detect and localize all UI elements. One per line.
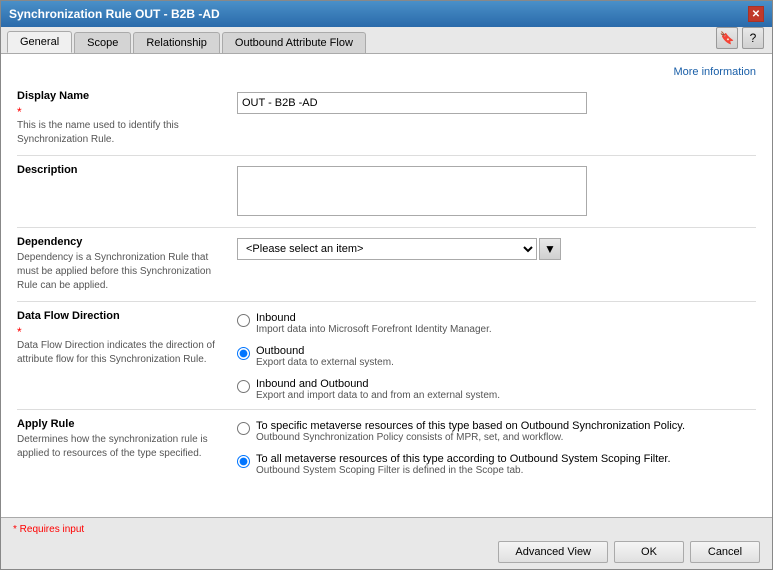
- display-name-desc: This is the name used to identify this S…: [17, 119, 221, 147]
- data-flow-control: Inbound Import data into Microsoft Foref…: [237, 310, 756, 401]
- apply-rule-desc: Determines how the synchronization rule …: [17, 433, 221, 461]
- advanced-view-button[interactable]: Advanced View: [498, 541, 608, 563]
- radio-inbound-input[interactable]: [237, 314, 250, 327]
- dependency-desc: Dependency is a Synchronization Rule tha…: [17, 251, 221, 293]
- description-input[interactable]: [237, 166, 587, 216]
- radio-specific-input[interactable]: [237, 422, 250, 435]
- radio-specific-label: To specific metaverse resources of this …: [256, 420, 685, 432]
- description-section: Description: [17, 156, 756, 228]
- display-name-input[interactable]: [237, 92, 587, 114]
- radio-specific: To specific metaverse resources of this …: [237, 420, 756, 443]
- radio-inbound-outbound-label: Inbound and Outbound: [256, 378, 500, 390]
- tab-general[interactable]: General: [7, 31, 72, 53]
- dependency-label-col: Dependency Dependency is a Synchronizati…: [17, 236, 237, 293]
- tab-relationship[interactable]: Relationship: [133, 32, 220, 53]
- radio-all-label: To all metaverse resources of this type …: [256, 453, 671, 465]
- radio-outbound-label: Outbound: [256, 345, 394, 357]
- radio-inbound-outbound-input[interactable]: [237, 380, 250, 393]
- content-area: More information Display Name * This is …: [1, 54, 772, 517]
- radio-outbound-sublabel: Export data to external system.: [256, 357, 394, 368]
- dependency-select[interactable]: <Please select an item>: [237, 238, 537, 260]
- radio-inbound-outbound-sublabel: Export and import data to and from an ex…: [256, 390, 500, 401]
- radio-outbound-input[interactable]: [237, 347, 250, 360]
- dependency-dropdown-arrow[interactable]: ▼: [539, 238, 561, 260]
- apply-rule-control: To specific metaverse resources of this …: [237, 418, 756, 476]
- help-button[interactable]: ?: [742, 27, 764, 49]
- radio-inbound-outbound: Inbound and Outbound Export and import d…: [237, 378, 756, 401]
- display-name-required: *: [17, 105, 22, 119]
- dependency-row: <Please select an item> ▼: [237, 238, 756, 260]
- tab-actions: 🔖 ?: [716, 27, 764, 49]
- requires-input-label: * Requires input: [13, 524, 760, 535]
- radio-specific-sublabel: Outbound Synchronization Policy consists…: [256, 432, 685, 443]
- data-flow-desc: Data Flow Direction indicates the direct…: [17, 339, 221, 367]
- tab-bar: General Scope Relationship Outbound Attr…: [1, 27, 772, 54]
- description-label-col: Description: [17, 164, 237, 219]
- dependency-control: <Please select an item> ▼: [237, 236, 756, 293]
- radio-inbound: Inbound Import data into Microsoft Foref…: [237, 312, 756, 335]
- data-flow-section: Data Flow Direction * Data Flow Directio…: [17, 302, 756, 410]
- cancel-button[interactable]: Cancel: [690, 541, 760, 563]
- display-name-control: [237, 90, 756, 147]
- description-label: Description: [17, 164, 221, 176]
- apply-rule-label-col: Apply Rule Determines how the synchroniz…: [17, 418, 237, 476]
- apply-rule-radio-group: To specific metaverse resources of this …: [237, 420, 756, 476]
- description-control: [237, 164, 756, 219]
- radio-all: To all metaverse resources of this type …: [237, 453, 756, 476]
- tab-outbound-attribute-flow[interactable]: Outbound Attribute Flow: [222, 32, 366, 53]
- title-bar: Synchronization Rule OUT - B2B -AD ✕: [1, 1, 772, 27]
- bookmark-button[interactable]: 🔖: [716, 27, 738, 49]
- window-title: Synchronization Rule OUT - B2B -AD: [9, 7, 220, 21]
- tab-scope[interactable]: Scope: [74, 32, 131, 53]
- footer: * Requires input Advanced View OK Cancel: [1, 517, 772, 569]
- ok-button[interactable]: OK: [614, 541, 684, 563]
- display-name-label-col: Display Name * This is the name used to …: [17, 90, 237, 147]
- display-name-section: Display Name * This is the name used to …: [17, 82, 756, 156]
- data-flow-label: Data Flow Direction: [17, 310, 221, 322]
- display-name-label: Display Name: [17, 90, 221, 102]
- dependency-label: Dependency: [17, 236, 221, 248]
- radio-outbound: Outbound Export data to external system.: [237, 345, 756, 368]
- data-flow-label-col: Data Flow Direction * Data Flow Directio…: [17, 310, 237, 401]
- footer-buttons: Advanced View OK Cancel: [13, 541, 760, 563]
- radio-inbound-label: Inbound: [256, 312, 492, 324]
- radio-all-input[interactable]: [237, 455, 250, 468]
- apply-rule-label: Apply Rule: [17, 418, 221, 430]
- apply-rule-section: Apply Rule Determines how the synchroniz…: [17, 410, 756, 476]
- close-button[interactable]: ✕: [748, 6, 764, 22]
- radio-inbound-sublabel: Import data into Microsoft Forefront Ide…: [256, 324, 492, 335]
- main-window: Synchronization Rule OUT - B2B -AD ✕ Gen…: [0, 0, 773, 570]
- more-info-link[interactable]: More information: [17, 62, 756, 82]
- dependency-section: Dependency Dependency is a Synchronizati…: [17, 228, 756, 302]
- data-flow-required: *: [17, 325, 22, 339]
- radio-all-sublabel: Outbound System Scoping Filter is define…: [256, 465, 671, 476]
- data-flow-radio-group: Inbound Import data into Microsoft Foref…: [237, 312, 756, 401]
